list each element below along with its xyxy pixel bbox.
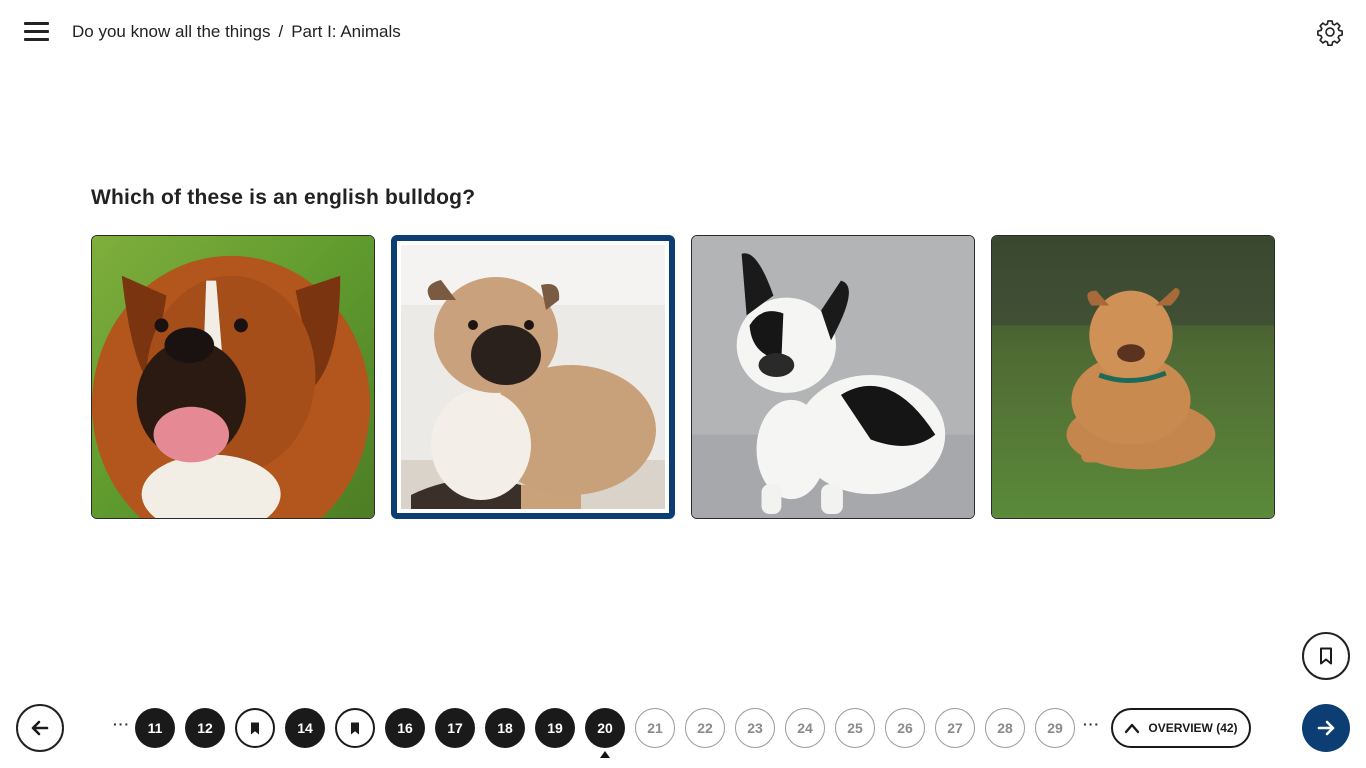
- page-number[interactable]: 12: [185, 708, 225, 748]
- page-number[interactable]: 17: [435, 708, 475, 748]
- gear-icon: [1317, 20, 1343, 47]
- page-number[interactable]: 21: [635, 708, 675, 748]
- bookmark-icon: [251, 722, 259, 734]
- pagination-leading-ellipsis: ···: [113, 716, 130, 732]
- page-number-label: 18: [497, 720, 513, 736]
- previous-question-button[interactable]: [16, 704, 64, 752]
- page-number-label: 11: [147, 720, 163, 736]
- page-number-label: 23: [747, 720, 763, 736]
- page-number-label: 26: [897, 720, 913, 736]
- page-number[interactable]: 22: [685, 708, 725, 748]
- answer-option-3[interactable]: [691, 235, 975, 519]
- french-bulldog-image: [692, 236, 974, 518]
- bookmark-icon: [1320, 647, 1332, 665]
- page-number[interactable]: 28: [985, 708, 1025, 748]
- breadcrumb-section[interactable]: Part I: Animals: [291, 22, 401, 41]
- page-number[interactable]: 29: [1035, 708, 1075, 748]
- page-number[interactable]: 11: [135, 708, 175, 748]
- english-bulldog-image: [401, 245, 665, 509]
- pit-bull-image: [992, 236, 1274, 518]
- page-number-label: 16: [397, 720, 413, 736]
- bookmark-icon: [351, 722, 359, 734]
- overview-label: OVERVIEW (42): [1148, 721, 1238, 735]
- menu-button[interactable]: [24, 20, 50, 44]
- page-number[interactable]: 23: [735, 708, 775, 748]
- page-number[interactable]: 18: [485, 708, 525, 748]
- page-number-label: 28: [997, 720, 1013, 736]
- chevron-up-icon: [1125, 723, 1140, 734]
- overview-button[interactable]: OVERVIEW (42): [1111, 708, 1251, 748]
- boxer-dog-image: [92, 236, 374, 518]
- page-number-label: 25: [847, 720, 863, 736]
- page-number[interactable]: 24: [785, 708, 825, 748]
- breadcrumb: Do you know all the things / Part I: Anima…: [72, 22, 401, 42]
- breadcrumb-separator: /: [278, 22, 284, 41]
- current-question-indicator: [600, 751, 610, 758]
- settings-button[interactable]: [1316, 18, 1344, 47]
- page-number[interactable]: 25: [835, 708, 875, 748]
- page-number-label: 12: [197, 720, 213, 736]
- page-current[interactable]: 20: [585, 708, 625, 748]
- arrow-right-icon: [1317, 720, 1335, 736]
- next-question-button[interactable]: [1302, 704, 1350, 752]
- page-number-label: 21: [647, 720, 663, 736]
- answer-option-1[interactable]: [91, 235, 375, 519]
- page-number[interactable]: 14: [285, 708, 325, 748]
- page-bookmarked[interactable]: [335, 708, 375, 748]
- pagination-trailing-ellipsis: ···: [1083, 716, 1100, 732]
- question-text: Which of these is an english bulldog?: [91, 186, 476, 209]
- page-number-label: 27: [947, 720, 963, 736]
- page-number-label: 24: [797, 720, 813, 736]
- page-number-label: 14: [297, 720, 313, 736]
- page-bookmarked[interactable]: [235, 708, 275, 748]
- page-number[interactable]: 26: [885, 708, 925, 748]
- page-number[interactable]: 19: [535, 708, 575, 748]
- page-number-label: 19: [547, 720, 563, 736]
- answer-option-4[interactable]: [991, 235, 1275, 519]
- page-number-label: 29: [1047, 720, 1063, 736]
- page-number-label: 17: [447, 720, 463, 736]
- bookmark-button[interactable]: [1302, 632, 1350, 680]
- page-number[interactable]: 27: [935, 708, 975, 748]
- breadcrumb-course[interactable]: Do you know all the things: [72, 22, 270, 41]
- arrow-left-icon: [31, 720, 49, 736]
- page-number[interactable]: 16: [385, 708, 425, 748]
- answer-option-2[interactable]: [391, 235, 675, 519]
- page-number-label: 22: [697, 720, 713, 736]
- page-number-label: 20: [597, 720, 613, 736]
